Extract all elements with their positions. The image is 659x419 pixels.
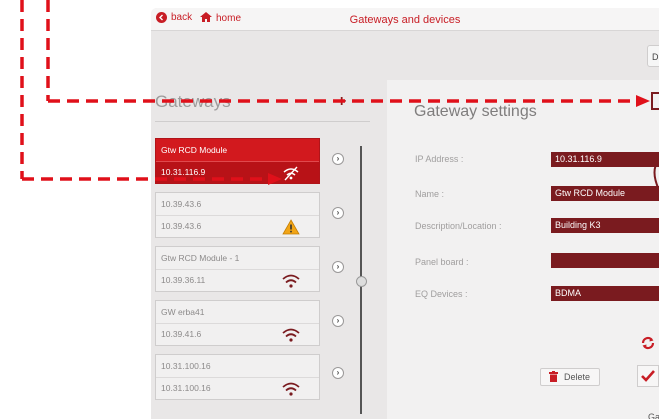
page-title: Gateways and devices <box>349 14 461 26</box>
confirm-button[interactable] <box>637 365 659 387</box>
settings-heading: Gateway settings <box>414 103 537 120</box>
name-field[interactable]: Gtw RCD Module <box>551 186 659 201</box>
gateway-select-button[interactable]: › <box>332 367 344 379</box>
top-bar: back home Gateways and devices <box>151 8 659 31</box>
row-divider <box>156 269 319 270</box>
wifi-off-icon <box>280 164 302 182</box>
toolbar-button[interactable]: D <box>647 45 659 67</box>
ip-address-label: IP Address : <box>415 154 464 164</box>
row-divider <box>156 323 319 324</box>
wifi-icon <box>280 326 302 344</box>
gateway-name: GW erba41 <box>161 307 205 317</box>
description-label: Description/Location : <box>415 221 502 231</box>
gateway-ip: 10.31.116.9 <box>161 167 206 177</box>
gateway-ip: 10.39.43.6 <box>161 221 202 231</box>
gateway-item[interactable]: GW erba41 10.39.41.6 <box>155 300 320 346</box>
trash-icon <box>549 370 558 384</box>
refresh-icon[interactable] <box>639 334 657 352</box>
gateway-select-button[interactable]: › <box>332 153 344 165</box>
description-field[interactable]: Building K3 <box>551 218 659 233</box>
gateways-heading: Gateways <box>155 92 231 111</box>
gateway-name: 10.31.100.16 <box>161 361 211 371</box>
gateway-item[interactable]: 10.31.100.16 10.31.100.16 <box>155 354 320 400</box>
gateway-item[interactable]: Gtw RCD Module - 1 10.39.36.11 <box>155 246 320 292</box>
warning-icon <box>280 218 302 236</box>
gateway-select-button[interactable]: › <box>332 261 344 273</box>
gateway-ip: 10.39.41.6 <box>161 329 202 339</box>
panel-board-field[interactable] <box>551 253 659 268</box>
name-label: Name : <box>415 189 445 199</box>
heading-divider <box>155 121 370 122</box>
gateway-select-button[interactable]: › <box>332 207 344 219</box>
footer-text: Ga <box>648 412 659 419</box>
eq-devices-field[interactable]: BDMA <box>551 286 659 301</box>
gateway-settings-panel: Gateway settings IP Address : 10.31.116.… <box>387 80 659 419</box>
eq-devices-label: EQ Devices : <box>415 289 468 299</box>
gateway-ip: 10.31.100.16 <box>161 383 211 393</box>
add-gateway-button[interactable]: + <box>337 93 346 111</box>
delete-label: Delete <box>564 372 591 382</box>
gateway-ip: 10.39.36.11 <box>161 275 206 285</box>
panel-board-label: Panel board : <box>415 257 469 267</box>
ip-address-field[interactable]: 10.31.116.9 <box>551 152 659 167</box>
wifi-icon <box>280 272 302 290</box>
checkmark-icon <box>638 370 658 390</box>
gateway-item[interactable]: 10.39.43.6 10.39.43.6 <box>155 192 320 238</box>
gateway-item[interactable]: Gtw RCD Module 10.31.116.9 <box>155 138 320 184</box>
row-divider <box>156 161 319 162</box>
gateway-select-button[interactable]: › <box>332 315 344 327</box>
gateway-name: Gtw RCD Module <box>161 145 228 155</box>
row-divider <box>156 377 319 378</box>
delete-button[interactable]: Delete <box>540 368 600 386</box>
app-window: back home Gateways and devices D Gateway… <box>151 8 659 419</box>
gateway-name: Gtw RCD Module - 1 <box>161 253 240 263</box>
gateway-name: 10.39.43.6 <box>161 199 202 209</box>
list-scrollbar-thumb[interactable] <box>356 276 367 287</box>
row-divider <box>156 215 319 216</box>
wifi-icon <box>280 380 302 398</box>
